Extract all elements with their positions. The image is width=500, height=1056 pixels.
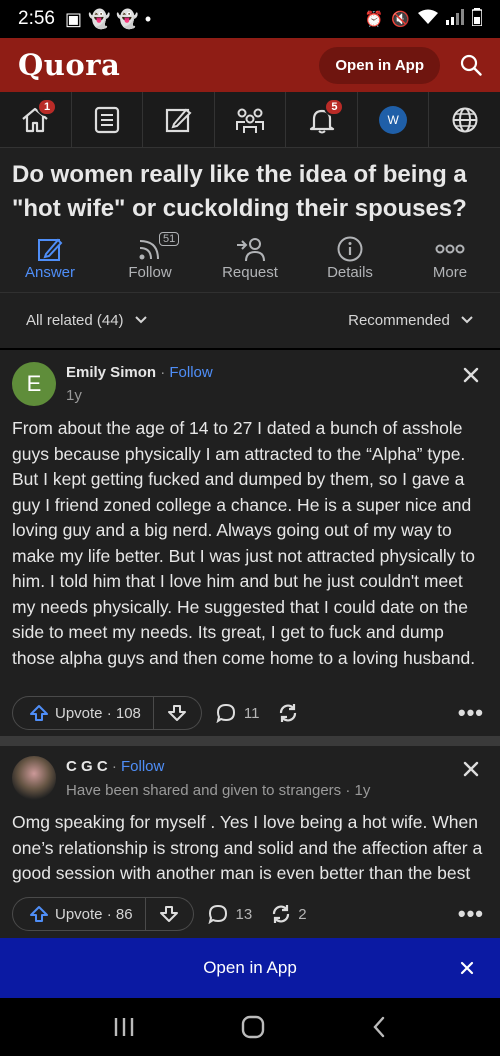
comment-icon <box>216 703 235 723</box>
downvote-arrow-icon <box>160 906 179 922</box>
share-button[interactable] <box>277 702 299 724</box>
avatar[interactable]: E <box>12 362 56 406</box>
answer-separator <box>0 736 500 746</box>
share-icon <box>273 905 290 923</box>
info-icon <box>337 236 363 262</box>
status-time: 2:56 <box>18 8 55 29</box>
request-button[interactable]: Request <box>200 234 300 281</box>
answer-label: Answer <box>24 264 76 281</box>
spaces-icon <box>236 108 265 133</box>
main-nav: 1 5 W <box>0 92 500 148</box>
share-icon <box>280 704 297 722</box>
close-icon[interactable] <box>462 366 480 384</box>
answer-button[interactable]: Answer <box>0 234 100 281</box>
close-icon[interactable] <box>462 760 480 778</box>
author-name[interactable]: C G C <box>66 758 108 775</box>
comments-button[interactable]: 11 <box>216 703 259 723</box>
nav-notifications[interactable]: 5 <box>286 92 358 147</box>
back-icon[interactable] <box>370 1015 388 1039</box>
pencil-icon <box>38 238 63 261</box>
all-related-dropdown[interactable]: All related (44) <box>26 312 148 329</box>
author-line: C G C · Follow <box>66 758 165 775</box>
follow-author-link[interactable]: Follow <box>121 758 164 775</box>
answer-card: E Emily Simon · Follow 1y From about the… <box>0 350 500 736</box>
nav-languages[interactable] <box>429 92 500 147</box>
details-label: Details <box>327 264 373 281</box>
upvote-arrow-icon <box>30 705 48 721</box>
home-button-icon[interactable] <box>240 1014 266 1040</box>
answer-text[interactable]: From about the age of 14 to 27 I dated a… <box>12 416 488 671</box>
globe-icon <box>452 107 478 132</box>
filter-bar: All related (44) Recommended <box>0 292 500 348</box>
request-label: Request <box>222 264 278 281</box>
more-button[interactable]: More <box>400 234 500 281</box>
close-icon[interactable] <box>458 959 476 977</box>
sort-dropdown[interactable]: Recommended <box>348 312 474 329</box>
nav-following[interactable] <box>72 92 144 147</box>
following-icon <box>94 106 119 133</box>
more-label: More <box>432 264 468 281</box>
vote-bar: Upvote · 108 11 ••• <box>12 695 488 731</box>
mute-icon: 🔇 <box>391 11 410 28</box>
answer-text[interactable]: Omg speaking for myself . Yes I love bei… <box>12 810 488 890</box>
downvote-button[interactable] <box>145 897 194 931</box>
search-icon[interactable] <box>458 52 484 78</box>
snapchat-icon-2: 👻 <box>116 8 139 29</box>
open-in-app-button[interactable]: Open in App <box>319 46 440 84</box>
follow-label: Follow <box>128 264 172 281</box>
comments-button[interactable]: 13 <box>208 904 252 924</box>
nav-home[interactable]: 1 <box>0 92 72 147</box>
author-name[interactable]: Emily Simon <box>66 364 156 381</box>
system-nav-bar <box>0 998 500 1056</box>
avatar[interactable] <box>12 756 56 800</box>
recent-apps-icon[interactable] <box>112 1016 136 1038</box>
upvote-button[interactable]: Upvote · 86 <box>12 897 146 931</box>
battery-icon <box>471 8 483 30</box>
gallery-icon: ▣ <box>64 8 82 29</box>
question-header: Do women really like the idea of being a… <box>0 148 500 292</box>
snapchat-icon: 👻 <box>88 8 111 29</box>
vote-bar: Upvote · 86 13 2 ••• <box>12 896 488 932</box>
open-in-app-banner[interactable]: Open in App <box>0 938 500 998</box>
author-line: Emily Simon · Follow <box>66 364 213 381</box>
dot-icon: • <box>144 8 152 29</box>
more-options-icon[interactable]: ••• <box>458 700 484 726</box>
answer-time: 1y <box>66 387 82 404</box>
downvote-arrow-icon <box>168 705 187 721</box>
comment-icon <box>208 904 227 924</box>
upvote-arrow-icon <box>30 906 48 922</box>
alarm-icon: ⏰ <box>364 11 384 28</box>
wifi-icon <box>418 9 438 29</box>
follow-question-button[interactable]: 51 Follow <box>100 232 200 281</box>
profile-avatar: W <box>379 105 408 134</box>
nav-profile[interactable]: W <box>358 92 430 147</box>
downvote-button[interactable] <box>153 696 202 730</box>
question-title[interactable]: Do women really like the idea of being a… <box>12 158 488 226</box>
open-in-app-banner-label: Open in App <box>203 958 297 977</box>
chevron-down-icon <box>461 316 473 324</box>
top-app-bar: Quora Open in App <box>0 38 500 92</box>
answer-card: C G C · Follow Have been shared and give… <box>0 746 500 938</box>
follow-author-link[interactable]: Follow <box>169 364 212 381</box>
details-button[interactable]: Details <box>300 234 400 281</box>
share-button[interactable]: 2 <box>270 903 307 925</box>
home-badge: 1 <box>37 98 58 116</box>
add-person-icon <box>237 238 265 262</box>
status-bar: 2:56 ▣ 👻 👻 • ⏰ 🔇 <box>0 0 500 38</box>
nav-spaces[interactable] <box>215 92 287 147</box>
author-credential[interactable]: Have been shared and given to strangers … <box>66 782 370 799</box>
signal-icon <box>446 9 464 29</box>
quora-logo[interactable]: Quora <box>18 48 120 82</box>
question-actions: Answer 51 Follow Request Details More <box>0 232 500 281</box>
chevron-down-icon <box>135 316 147 324</box>
upvote-button[interactable]: Upvote · 108 <box>12 696 154 730</box>
nav-answer[interactable] <box>143 92 215 147</box>
status-system-icons: ⏰ 🔇 <box>364 8 483 30</box>
status-notification-icons: ▣ 👻 👻 • <box>65 9 151 30</box>
more-options-icon[interactable]: ••• <box>458 901 484 927</box>
notifications-badge: 5 <box>324 98 345 116</box>
edit-icon <box>166 108 192 132</box>
more-icon <box>435 244 465 254</box>
follow-count: 51 <box>159 232 180 246</box>
